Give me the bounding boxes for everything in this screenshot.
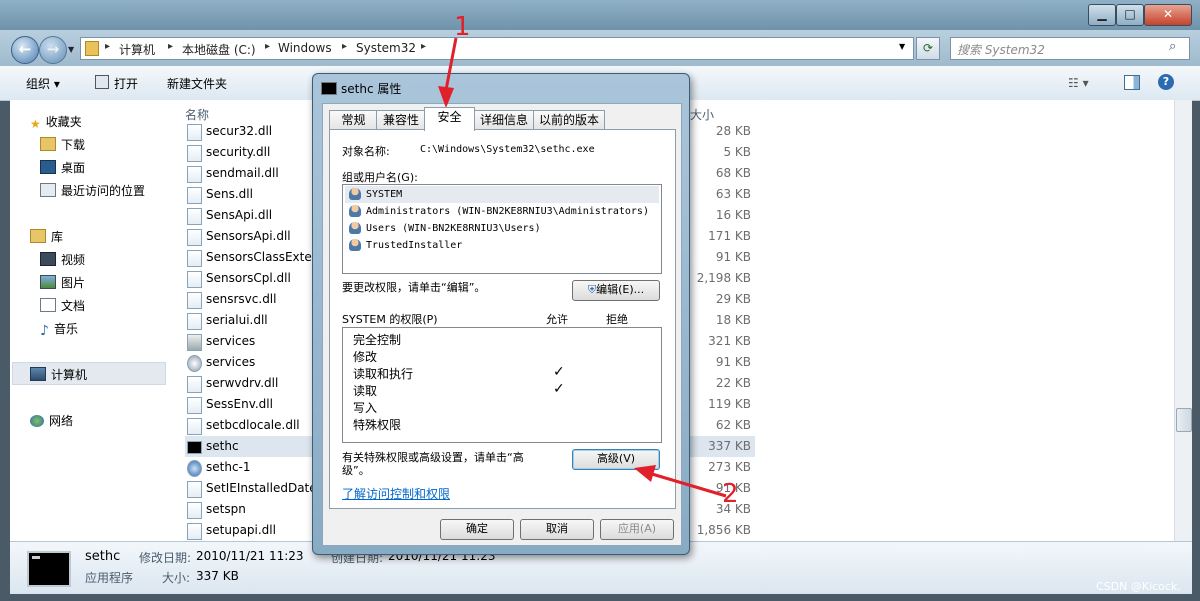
annotation-overlay	[438, 37, 727, 498]
annotation-number-1: 1	[454, 12, 471, 42]
watermark: CSDN @Kicock.	[1096, 580, 1181, 593]
annotation-arrow-1	[444, 37, 458, 91]
annotation-arrow-2	[651, 472, 727, 498]
annotation-number-2: 2	[722, 479, 739, 509]
annotation-arrowhead-2	[634, 465, 656, 482]
tab-security[interactable]: 安全	[424, 107, 475, 131]
annotation-arrowhead-1	[438, 86, 454, 108]
